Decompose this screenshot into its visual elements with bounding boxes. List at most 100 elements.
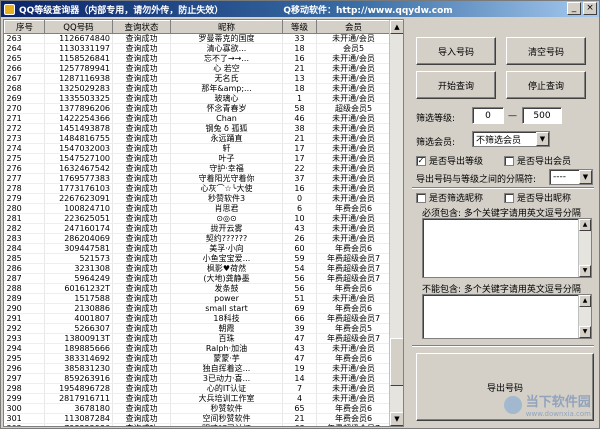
export-nick-checkbox[interactable]: 是否导出昵称 [504,191,571,204]
scroll-thumb[interactable] [390,338,403,386]
table-row[interactable]: 286 3231308 查询成功 枫影♥荷然 54 年费超级会员7 [4,263,391,274]
export-member-checkbox[interactable]: 是否导出会员 [504,154,571,167]
export-level-checkbox[interactable]: ✓ 是否导出等级 [416,154,483,167]
chevron-down-icon[interactable]: ▼ [579,170,592,184]
import-button[interactable]: 导入号码 [416,37,496,65]
column-header-index[interactable]: 序号 [4,20,45,34]
watermark-url: www.downxia.com [525,410,591,418]
column-header-status[interactable]: 查询状态 [112,20,171,34]
cell-nickname: small start [170,303,283,314]
textarea-scrollbar[interactable]: ▲ ▼ [578,295,591,338]
start-query-button[interactable]: 开始查询 [416,71,496,99]
table-row[interactable]: 299 2817916711 查询成功 大兵培训工作室 4 未开通/会员 [4,393,391,404]
scroll-up-icon[interactable]: ▲ [579,295,591,307]
close-icon[interactable]: × [583,2,597,15]
level-min-input[interactable]: 0 [472,107,504,124]
table-row[interactable]: 279 2267623091 查询成功 秒赞软件3 0 未开通/会员 [4,193,391,204]
level-dash: — [508,111,517,121]
cell-level: 58 [282,103,317,114]
table-row[interactable]: 291 4001807 查询成功 18科技 66 年费超级会员7 [4,313,391,324]
table-row[interactable]: 294 189885666 查询成功 Ralph·加油 43 未开通/会员 [4,343,391,354]
table-row[interactable]: 292 5266307 查询成功 朝霞 39 年费会员5 [4,323,391,334]
table-row[interactable]: 274 1547032003 查询成功轩 17 未开通/会员 [4,143,391,154]
table-row[interactable]: 297 859263916 查询成功 3已动力·喜... 14 未开通/会员 [4,373,391,384]
table-row[interactable]: 290 2130886 查询成功 small start 69 年费会员6 [4,303,391,314]
table-row[interactable]: 293 13800913T 查询成功 百珠 47 年费超级会员7 [4,333,391,344]
minimize-icon[interactable]: _ [567,2,581,15]
cell-member: 未开通/会员 [316,193,391,204]
table-row[interactable]: 284 309447581 查询成功 美孚·小向 60 年费会员6 [4,243,391,254]
not-contain-textarea[interactable]: ▲ ▼ [422,294,592,339]
table-row[interactable]: 282 247160174 查询成功 拢开云雾 43 未开通/会员 [4,223,391,234]
cell-qq: 5964249 [44,273,113,284]
table-row[interactable]: 281 223625051 查询成功 ⊙◎⊙ 10 未开通/会员 [4,213,391,224]
scroll-down-icon[interactable]: ▼ [579,326,591,338]
filter-nick-checkbox[interactable]: 是否筛选昵称 [416,191,483,204]
member-filter-select[interactable]: 不筛选会员 ▼ [472,131,550,147]
cell-status: 查询成功 [112,343,171,354]
table-row[interactable]: 288 60161232T 查询成功 发条鼓 56 年费会员6 [4,283,391,294]
separator-value: ---- [553,172,566,182]
app-window: QQ等级查询器（内部专用，请勿外传，防止失效） Q移动软件：http://www… [0,0,600,429]
table-row[interactable]: 277 1769577383 查询成功 守着阳光守着你 37 未开通/会员 [4,173,391,184]
table-row[interactable]: 273 1484816755 查询成功 永远踊直 21 未开通/会员 [4,133,391,144]
table-row[interactable]: 270 1377896206 查询成功 怀念青春岁 58 超级会员5 [4,103,391,114]
table-row[interactable]: 276 1632467542 查询成功 守护·幸福 22 未开通/会员 [4,163,391,174]
results-grid[interactable]: 序号 QQ号码 查询状态 昵称 等级 会员 263 1126674840 查询成功罗… [3,19,404,427]
table-row[interactable]: 272 1451493878 查询成功 钢兔 δ 孤狐 38 未开通/会员 [4,123,391,134]
table-row[interactable]: 267 1287116938 查询成功 无名氏 13 未开通/会员 [4,73,391,84]
scroll-down-icon[interactable]: ▼ [579,265,591,277]
level-max-input[interactable]: 500 [522,107,562,124]
scroll-up-icon[interactable]: ▲ [579,219,591,231]
cell-member: 未开通/会员 [316,173,391,184]
table-row[interactable]: 289 1517588 查询成功 power 51 未开通/会员 [4,293,391,304]
must-contain-textarea[interactable]: ▲ ▼ [422,218,592,278]
table-row[interactable]: 263 1126674840 查询成功 罗曼蒂克的国度 33 未开通/会员 [4,33,391,44]
separator-select[interactable]: ---- ▼ [549,169,593,185]
table-row[interactable]: 266 1257789941 查询成功心 若空 21 未开通/会员 [4,63,391,74]
scroll-down-icon[interactable]: ▼ [390,412,403,426]
cell-level: 21 [282,413,317,424]
cell-status: 查询成功 [112,173,171,184]
table-row[interactable]: 269 1335503325 查询成功 玻璃心 1 未开通/会员 [4,93,391,104]
checkbox-box: ✓ [416,155,426,166]
mobile-software-link[interactable]: Q移动软件：http://www.qqydw.com [283,3,452,16]
table-row[interactable]: 271 1422254366 查询成功 Chan 46 未开通/会员 [4,113,391,124]
table-row[interactable]: 264 1130331197 查询成功 清心寡欲... 18 会员5 [4,43,391,54]
cell-member: 年费会员6 [316,413,391,424]
table-row[interactable]: 280 100824710 查询成功 肖思君 6 年费会员6 [4,203,391,214]
cell-qq: 2130886 [44,303,113,314]
table-row[interactable]: 301 113087284 查询成功 空间秒赞软件 21 年费会员6 [4,413,391,424]
cell-nickname: 枫影♥荷然 [170,263,283,274]
column-header-qq[interactable]: QQ号码 [44,20,113,34]
table-row[interactable]: 287 5964249 查询成功 (大地)龚静墨 56 年费超级会员7 [4,273,391,284]
table-row[interactable]: 298 1954896728 查询成功 心的IT认证 7 未开通/会员 [4,383,391,394]
table-row[interactable]: 285 521573 查询成功 小鱼宝宝爱... 59 年费超级会员7 [4,253,391,264]
column-header-level[interactable]: 等级 [282,20,317,34]
cell-index: 271 [4,113,45,124]
table-row[interactable]: 268 1325029283 查询成功 那年&amp;... 18 未开通/会员 [4,83,391,94]
table-row[interactable]: 275 1547527100 查询成功 叶子 17 未开通/会员 [4,153,391,164]
cell-qq: 1547032003 [44,143,113,154]
table-row[interactable]: 302798222986查询成功明魂℃已认证68年费超级会员7 [4,423,391,426]
table-row[interactable]: 300 3678180 查询成功 秒赞软件 65 年费会员6 [4,403,391,414]
clear-button[interactable]: 清空号码 [506,37,586,65]
table-row[interactable]: 265 1158526841 查询成功 忘不了→→... 16 未开通/会员 [4,53,391,64]
stop-query-button[interactable]: 停止查询 [506,71,586,99]
chevron-down-icon[interactable]: ▼ [536,132,549,146]
cell-level: 26 [282,233,317,244]
cell-status: 查询成功 [112,263,171,274]
cell-nickname: 发条鼓 [170,283,283,294]
table-row[interactable]: 283 286204069 查询成功 契约?????? 26 未开通/会员 [4,233,391,244]
column-header-member[interactable]: 会员 [316,20,391,34]
table-row[interactable]: 295 383314692 查询成功 蒙蒙·芋 47 年费会员6 [4,353,391,364]
textarea-scrollbar[interactable]: ▲ ▼ [578,219,591,277]
table-row[interactable]: 278 1773176103 查询成功 心灰⌒☆╰大使 16 未开通/会员 [4,183,391,194]
grid-scrollbar[interactable]: ▲ ▼ [389,20,403,426]
cell-nickname: 叶子 [170,153,283,164]
cell-index: 278 [4,183,45,194]
column-header-nickname[interactable]: 昵称 [170,20,283,34]
cell-index: 267 [4,73,45,84]
table-row[interactable]: 296 385831230 查询成功 独自挥着这... 19 未开通/会员 [4,363,391,374]
scroll-up-icon[interactable]: ▲ [390,20,403,34]
